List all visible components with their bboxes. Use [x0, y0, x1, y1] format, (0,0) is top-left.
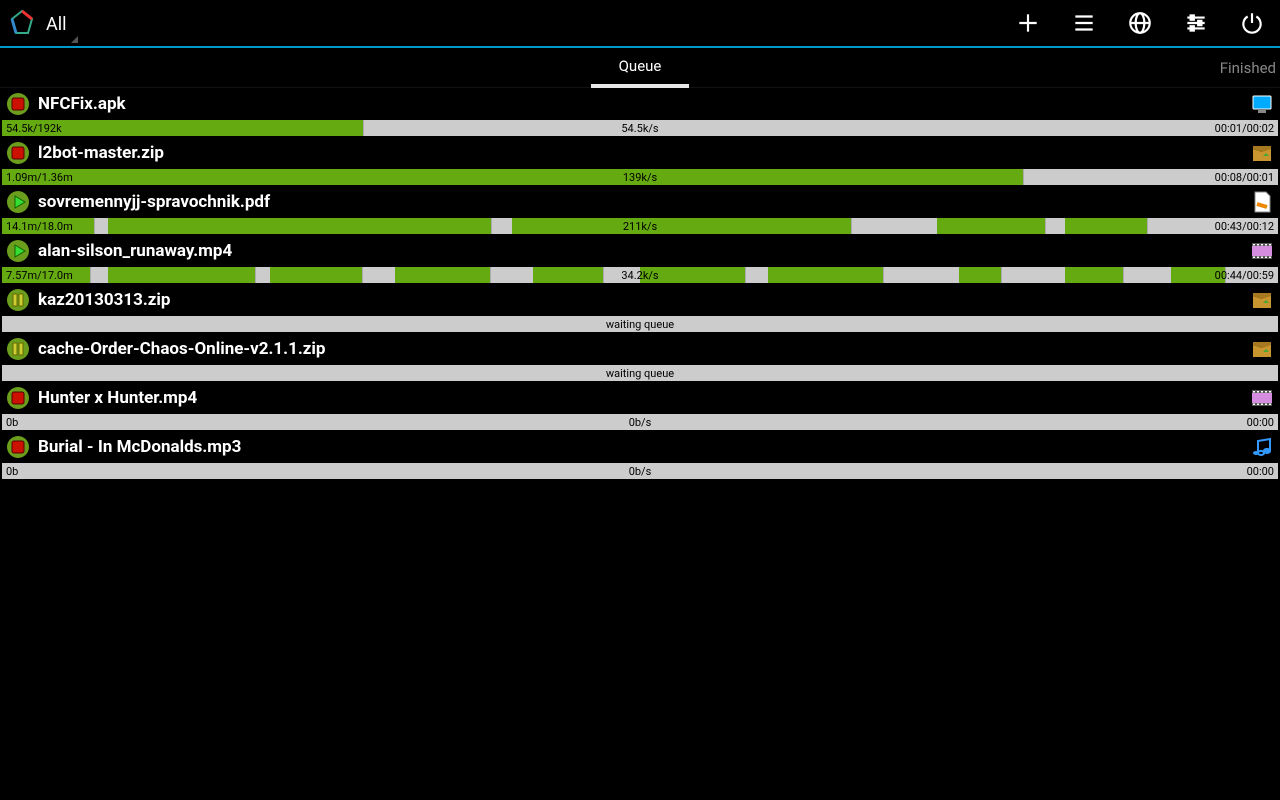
filter-spinner[interactable]: All	[38, 0, 86, 47]
add-button[interactable]	[1000, 0, 1056, 47]
file-name: cache-Order-Chaos-Online-v2.1.1.zip	[38, 339, 1250, 359]
filter-label: All	[46, 14, 67, 47]
pause-icon[interactable]	[6, 337, 30, 361]
file-name: kaz20130313.zip	[38, 290, 1250, 310]
pdf-icon	[1250, 190, 1274, 214]
item-header: alan-silson_runaway.mp4	[0, 235, 1280, 267]
time-text: 00:43/00:12	[1215, 220, 1278, 233]
tab-queue[interactable]: Queue	[591, 48, 690, 88]
stop-icon[interactable]	[6, 141, 30, 165]
zip-icon	[1250, 337, 1274, 361]
speed-text: 139k/s	[2, 171, 1278, 184]
play-icon[interactable]	[6, 190, 30, 214]
item-header: sovremennyjj-spravochnik.pdf	[0, 186, 1280, 218]
video-icon	[1250, 386, 1274, 410]
file-name: l2bot-master.zip	[38, 143, 1250, 163]
settings-button[interactable]	[1168, 0, 1224, 47]
download-item[interactable]: alan-silson_runaway.mp4 7.57m/17.0m34.2k/…	[0, 235, 1280, 284]
tab-finished[interactable]: Finished	[1202, 48, 1280, 88]
tab-finished-label: Finished	[1220, 59, 1276, 77]
progress-bar: 7.57m/17.0m34.2k/s00:44/00:59	[2, 267, 1278, 283]
app-icon	[6, 7, 38, 39]
file-name: Hunter x Hunter.mp4	[38, 388, 1250, 408]
file-name: sovremennyjj-spravochnik.pdf	[38, 192, 1250, 212]
progress-bar: 0b0b/s00:00	[2, 414, 1278, 430]
progress-bar: 14.1m/18.0m211k/s00:43/00:12	[2, 218, 1278, 234]
download-item[interactable]: sovremennyjj-spravochnik.pdf 14.1m/18.0m2…	[0, 186, 1280, 235]
stop-icon[interactable]	[6, 92, 30, 116]
progress-bar: 0b0b/s00:00	[2, 463, 1278, 479]
file-name: NFCFix.apk	[38, 94, 1250, 114]
time-text: 00:08/00:01	[1215, 171, 1278, 184]
download-item[interactable]: cache-Order-Chaos-Online-v2.1.1.zip waiti…	[0, 333, 1280, 382]
download-item[interactable]: kaz20130313.zip waiting queue	[0, 284, 1280, 333]
audio-icon	[1250, 435, 1274, 459]
apk-icon	[1250, 92, 1274, 116]
power-button[interactable]	[1224, 0, 1280, 47]
download-item[interactable]: NFCFix.apk 54.5k/192k54.5k/s00:01/00:02	[0, 88, 1280, 137]
download-item[interactable]: Hunter x Hunter.mp4 0b0b/s00:00	[0, 382, 1280, 431]
progress-bar: 54.5k/192k54.5k/s00:01/00:02	[2, 120, 1278, 136]
time-text: 00:44/00:59	[1215, 269, 1278, 282]
zip-icon	[1250, 288, 1274, 312]
stop-icon[interactable]	[6, 386, 30, 410]
action-bar: All	[0, 0, 1280, 48]
speed-text: 34.2k/s	[2, 269, 1278, 282]
progress-bar: waiting queue	[2, 316, 1278, 332]
time-text: 00:00	[1247, 416, 1278, 429]
download-item[interactable]: l2bot-master.zip 1.09m/1.36m139k/s00:08/0…	[0, 137, 1280, 186]
speed-text: 54.5k/s	[2, 122, 1278, 135]
zip-icon	[1250, 141, 1274, 165]
speed-text: 0b/s	[2, 416, 1278, 429]
menu-button[interactable]	[1056, 0, 1112, 47]
time-text: 00:00	[1247, 465, 1278, 478]
item-header: cache-Order-Chaos-Online-v2.1.1.zip	[0, 333, 1280, 365]
progress-bar: 1.09m/1.36m139k/s00:08/00:01	[2, 169, 1278, 185]
waiting-text: waiting queue	[2, 318, 1278, 331]
speed-text: 0b/s	[2, 465, 1278, 478]
speed-text: 211k/s	[2, 220, 1278, 233]
downloads-list: NFCFix.apk54.5k/192k54.5k/s00:01/00:02l2…	[0, 88, 1280, 480]
file-name: Burial - In McDonalds.mp3	[38, 437, 1250, 457]
pause-icon[interactable]	[6, 288, 30, 312]
progress-bar: waiting queue	[2, 365, 1278, 381]
item-header: kaz20130313.zip	[0, 284, 1280, 316]
browser-button[interactable]	[1112, 0, 1168, 47]
waiting-text: waiting queue	[2, 367, 1278, 380]
item-header: l2bot-master.zip	[0, 137, 1280, 169]
item-header: Hunter x Hunter.mp4	[0, 382, 1280, 414]
time-text: 00:01/00:02	[1215, 122, 1278, 135]
video-icon	[1250, 239, 1274, 263]
item-header: NFCFix.apk	[0, 88, 1280, 120]
stop-icon[interactable]	[6, 435, 30, 459]
file-name: alan-silson_runaway.mp4	[38, 241, 1250, 261]
dropdown-icon	[71, 36, 78, 43]
item-header: Burial - In McDonalds.mp3	[0, 431, 1280, 463]
tab-queue-label: Queue	[619, 57, 662, 75]
download-item[interactable]: Burial - In McDonalds.mp3 0b0b/s00:00	[0, 431, 1280, 480]
tab-bar: Queue Finished	[0, 48, 1280, 88]
play-icon[interactable]	[6, 239, 30, 263]
